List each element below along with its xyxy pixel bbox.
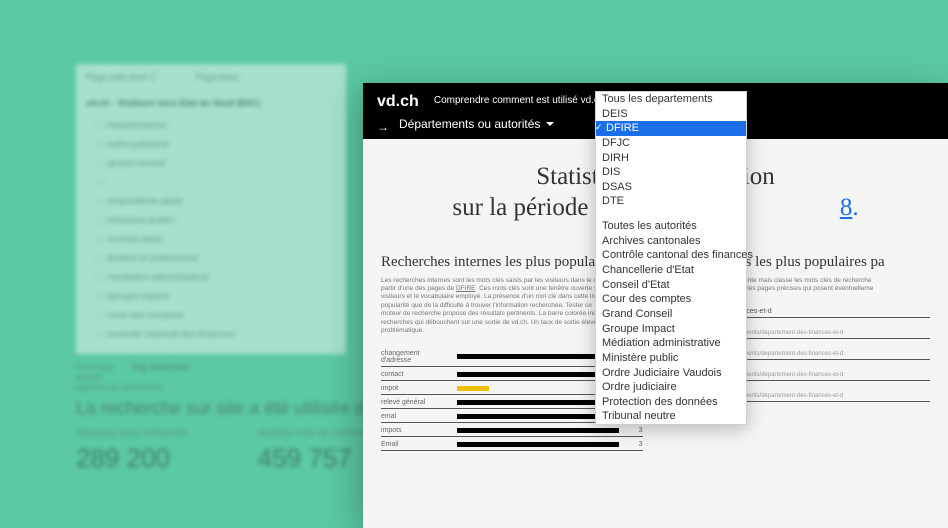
dropdown-item[interactable]: Tous les departements (596, 92, 746, 107)
dropdown-item[interactable]: Ordre Judiciaire Vaudois (596, 366, 746, 381)
dropdown-item[interactable]: Ministère public (596, 351, 746, 366)
dropdown-item[interactable]: Archives cantonales (596, 234, 746, 249)
department-dropdown-trigger[interactable]: Départements ou autorités (399, 117, 554, 131)
dropdown-item[interactable]: DIS (596, 165, 746, 180)
dropdown-item[interactable]: Tribunal neutre (596, 409, 746, 424)
browser-window: vd.ch Comprendre comment est utilisé vd.… (363, 83, 948, 528)
dropdown-item[interactable]: Ordre judiciaire (596, 380, 746, 395)
dropdown-item[interactable]: Grand Conseil (596, 307, 746, 322)
dropdown-item[interactable]: Chancellerie d'Etat (596, 263, 746, 278)
dropdown-group-1: Tous les departementsDEISDFIREDFJCDIRHDI… (596, 92, 746, 209)
bg-panel-rows: /departements/ordre-judiciaire//grand-co… (76, 116, 346, 344)
brand[interactable]: vd.ch (377, 93, 419, 111)
dropdown-item[interactable]: DSAS (596, 180, 746, 195)
arrow-right-icon (377, 120, 391, 128)
dropdown-item[interactable]: Groupe Impact (596, 322, 746, 337)
bg-analytics-panel: Page path level 2 Pageviews vd.ch - Visi… (76, 64, 346, 354)
result-row: Email3 (381, 437, 643, 451)
dropdown-item[interactable]: DFJC (596, 136, 746, 151)
dropdown-group-2: Toutes les autoritésArchives cantonalesC… (596, 219, 746, 424)
dropdown-item[interactable]: DEIS (596, 107, 746, 122)
dropdown-item[interactable]: DIRH (596, 151, 746, 166)
dropdown-item[interactable]: Toutes les autorités (596, 219, 746, 234)
dropdown-item[interactable]: Médiation administrative (596, 336, 746, 351)
dropdown-item[interactable]: Conseil d'Etat (596, 278, 746, 293)
department-dropdown[interactable]: Tous les departementsDEISDFIREDFJCDIRHDI… (595, 91, 747, 425)
dropdown-item[interactable]: DTE (596, 194, 746, 209)
dropdown-item[interactable]: Contrôle cantonal des finances (596, 248, 746, 263)
dropdown-item[interactable]: Protection des données (596, 395, 746, 410)
dropdown-item[interactable]: DFIRE (596, 121, 746, 136)
dropdown-item[interactable]: Cour des comptes (596, 292, 746, 307)
